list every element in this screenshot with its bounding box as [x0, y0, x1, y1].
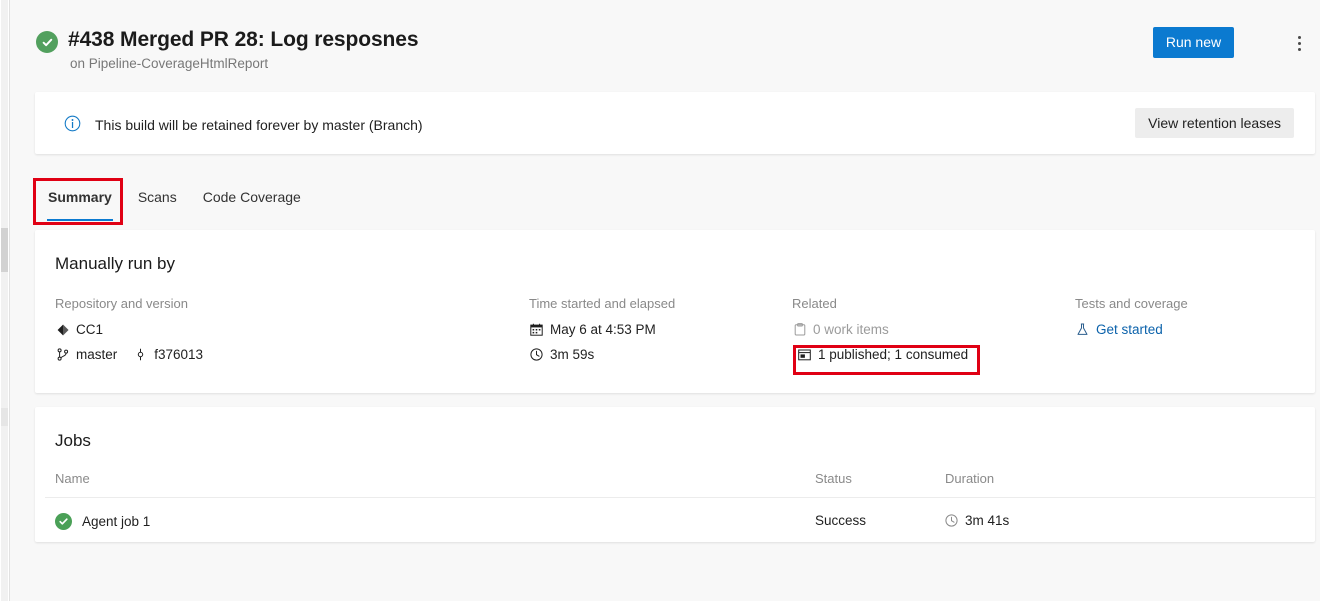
- artifacts-value: 1 published; 1 consumed: [818, 347, 968, 362]
- kebab-menu-icon[interactable]: [1285, 28, 1313, 58]
- page-title: #438 Merged PR 28: Log resposnes: [68, 28, 418, 52]
- work-items-row: 0 work items: [792, 322, 968, 337]
- info-icon: [64, 115, 81, 137]
- clock-icon: [945, 514, 958, 527]
- summary-column-tests: Tests and coverage Get started: [1075, 296, 1188, 347]
- success-check-icon: [55, 513, 72, 530]
- summary-card: Manually run by Repository and version C…: [35, 230, 1315, 393]
- retention-banner: This build will be retained forever by m…: [35, 92, 1315, 154]
- artifact-icon: [797, 349, 812, 361]
- jobs-column-header-status: Status: [815, 471, 852, 486]
- jobs-column-header-duration: Duration: [945, 471, 994, 486]
- tab-code-coverage[interactable]: Code Coverage: [190, 180, 314, 217]
- summary-column-related: Related 0 work items: [792, 296, 968, 372]
- azure-repos-icon: [55, 324, 70, 336]
- scrollbar-thumb[interactable]: [1, 228, 8, 272]
- tab-summary[interactable]: Summary: [35, 180, 125, 217]
- repository-name: CC1: [76, 322, 103, 337]
- kebab-dot: [1298, 42, 1301, 45]
- jobs-heading: Jobs: [55, 431, 91, 451]
- beaker-icon: [1075, 323, 1090, 336]
- job-status: Success: [815, 513, 866, 528]
- branch-name: master: [76, 347, 117, 362]
- tests-get-started-link[interactable]: Get started: [1096, 322, 1163, 337]
- branch-and-commit-row[interactable]: master f376013: [55, 347, 203, 362]
- commit-hash: f376013: [154, 347, 203, 362]
- page-scrollbar[interactable]: [0, 0, 10, 601]
- calendar-icon: [529, 323, 544, 336]
- job-name: Agent job 1: [82, 514, 150, 529]
- run-new-button[interactable]: Run new: [1153, 27, 1234, 58]
- scrollbar-thumb-secondary[interactable]: [1, 408, 8, 426]
- git-branch-icon: [55, 348, 70, 361]
- summary-heading: Manually run by: [55, 254, 175, 274]
- tab-scans[interactable]: Scans: [125, 180, 190, 217]
- time-column-label: Time started and elapsed: [529, 296, 675, 311]
- tests-column-label: Tests and coverage: [1075, 296, 1188, 311]
- related-column-label: Related: [792, 296, 968, 311]
- work-item-icon: [792, 323, 807, 336]
- summary-column-repository: Repository and version CC1: [55, 296, 203, 372]
- summary-column-time: Time started and elapsed May 6 at 4:53 P…: [529, 296, 675, 372]
- jobs-card: Jobs Name Status Duration Agent job 1 Su…: [35, 407, 1315, 542]
- success-check-icon: [36, 31, 58, 53]
- work-items-value: 0 work items: [813, 322, 889, 337]
- jobs-column-header-name: Name: [55, 471, 90, 486]
- view-retention-leases-button[interactable]: View retention leases: [1135, 108, 1294, 138]
- table-row[interactable]: Agent job 1: [55, 513, 150, 530]
- job-duration-value: 3m 41s: [965, 513, 1009, 528]
- git-commit-icon: [133, 348, 148, 361]
- elapsed-row: 3m 59s: [529, 347, 675, 362]
- run-tabs: Summary Scans Code Coverage: [35, 180, 314, 226]
- retention-message: This build will be retained forever by m…: [95, 117, 423, 133]
- artifacts-row[interactable]: 1 published; 1 consumed: [797, 347, 968, 362]
- tests-get-started-row[interactable]: Get started: [1075, 322, 1188, 337]
- time-started-row: May 6 at 4:53 PM: [529, 322, 675, 337]
- repository-column-label: Repository and version: [55, 296, 203, 311]
- run-details-page: #438 Merged PR 28: Log resposnes on Pipe…: [10, 0, 1320, 601]
- jobs-table-divider: [45, 497, 1315, 498]
- repository-row[interactable]: CC1: [55, 322, 203, 337]
- pipeline-subtitle: on Pipeline-CoverageHtmlReport: [70, 56, 268, 71]
- elapsed-value: 3m 59s: [550, 347, 594, 362]
- kebab-dot: [1298, 36, 1301, 39]
- time-started-value: May 6 at 4:53 PM: [550, 322, 656, 337]
- kebab-dot: [1298, 48, 1301, 51]
- run-header: #438 Merged PR 28: Log resposnes on Pipe…: [10, 0, 1320, 84]
- clock-icon: [529, 348, 544, 361]
- scrollbar-track[interactable]: [1, 0, 8, 601]
- job-duration-cell: 3m 41s: [945, 513, 1009, 528]
